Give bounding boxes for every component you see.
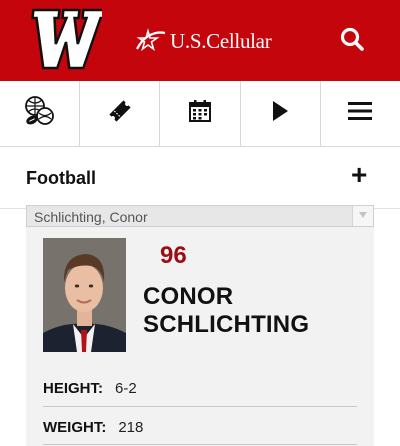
expand-plus-icon[interactable]: + [351, 161, 367, 189]
nav-schedule-button[interactable] [160, 81, 241, 146]
roster-select[interactable]: Schlichting, Conor [26, 205, 374, 227]
nav-tickets-button[interactable] [80, 81, 161, 146]
motion-w-logo-icon[interactable] [24, 4, 107, 74]
icon-nav-bar [0, 81, 400, 147]
top-header: U.S.Cellular [0, 0, 400, 81]
roster-select-value: Schlichting, Conor [34, 209, 148, 225]
calendar-icon [187, 98, 213, 129]
search-icon[interactable] [337, 24, 369, 56]
star-swoosh-icon [136, 28, 166, 52]
chevron-down-icon[interactable] [352, 206, 373, 226]
sport-title: Football [26, 168, 96, 188]
stat-height-row: HEIGHT: 6-2 [43, 369, 357, 407]
stat-label: WEIGHT: [43, 418, 107, 436]
hamburger-menu-icon [347, 100, 373, 127]
stat-value: 218 [118, 418, 144, 436]
jersey-number: 96 [160, 242, 187, 269]
divider [43, 406, 357, 407]
play-icon [269, 99, 291, 128]
nav-video-button[interactable] [241, 81, 321, 146]
ticket-icon [107, 98, 133, 129]
nav-sports-button[interactable] [0, 81, 81, 146]
player-name: CONOR SCHLICHTING [143, 283, 309, 339]
sport-section-header[interactable]: Football + [0, 147, 400, 209]
stat-value: 6-2 [115, 379, 137, 397]
player-first-name: CONOR [143, 283, 234, 310]
sponsor-name: U.S.Cellular [170, 28, 272, 53]
sponsor-logo: U.S.Cellular [134, 26, 272, 56]
nav-menu-button[interactable] [321, 81, 400, 146]
stat-weight-row: WEIGHT: 218 [43, 408, 357, 446]
sports-balls-icon [23, 94, 57, 133]
stat-label: HEIGHT: [43, 379, 103, 397]
player-last-name: SCHLICHTING [143, 311, 310, 338]
player-headshot [43, 238, 126, 352]
divider [43, 444, 357, 445]
